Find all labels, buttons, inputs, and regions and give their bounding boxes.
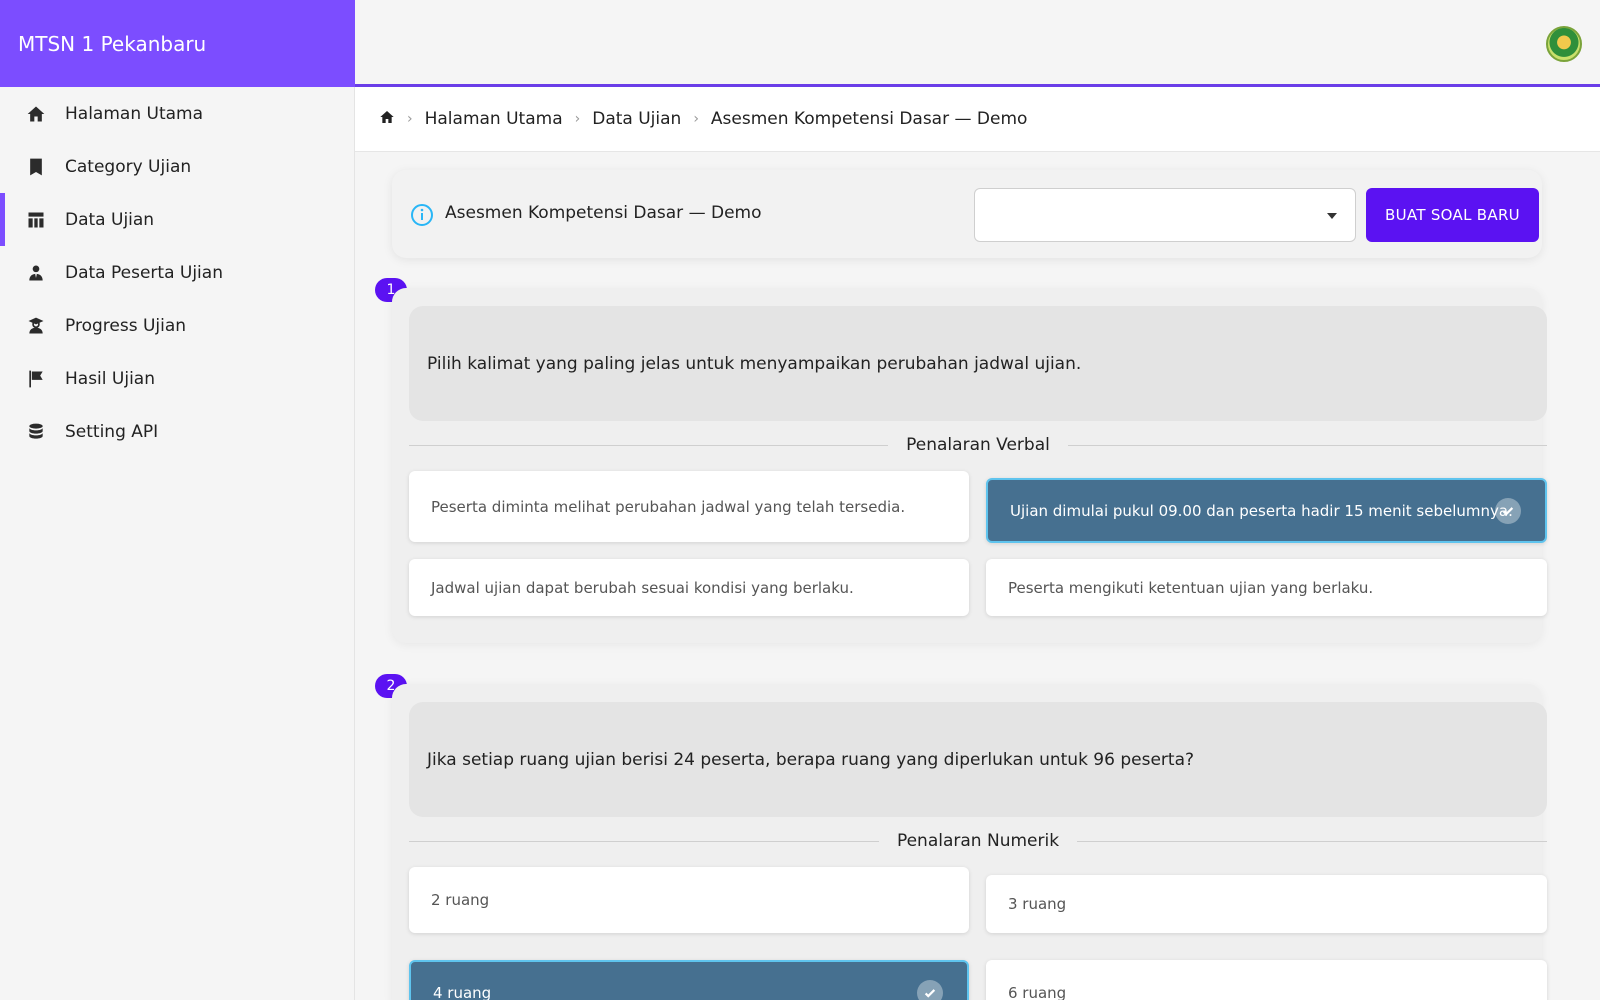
sidebar-item-data-peserta-ujian[interactable]: Data Peserta Ujian	[0, 246, 354, 299]
answer-option-text: 6 ruang	[1008, 984, 1067, 1000]
sidebar-item-category-ujian[interactable]: Category Ujian	[0, 140, 354, 193]
chevron-right-icon: ›	[693, 111, 699, 127]
exam-title: Asesmen Kompetensi Dasar — Demo	[445, 203, 762, 223]
user-tie-icon	[25, 262, 47, 284]
top-bar	[355, 0, 1600, 87]
question-text: Jika setiap ruang ujian berisi 24 pesert…	[409, 702, 1547, 817]
answer-option-correct[interactable]: Ujian dimulai pukul 09.00 dan peserta ha…	[986, 478, 1547, 543]
info-icon	[411, 204, 433, 226]
sidebar-item-progress-ujian[interactable]: Progress Ujian	[0, 299, 354, 352]
exam-toolbar: Asesmen Kompetensi Dasar — Demo BUAT SOA…	[392, 170, 1542, 258]
answer-option[interactable]: 6 ruang	[986, 960, 1547, 1000]
sidebar-item-label: Progress Ujian	[65, 315, 187, 336]
sidebar-item-label: Data Peserta Ujian	[65, 262, 223, 283]
answer-option-correct[interactable]: 4 ruang	[409, 960, 969, 1000]
create-question-button[interactable]: BUAT SOAL BARU	[1366, 188, 1539, 242]
answer-option-text: Peserta diminta melihat perubahan jadwal…	[431, 497, 906, 516]
sidebar: Halaman Utama Category Ujian Data Ujian …	[0, 87, 355, 1000]
sidebar-item-label: Setting API	[65, 421, 159, 442]
breadcrumb-item[interactable]: Halaman Utama	[425, 109, 563, 129]
question-category-divider: Penalaran Numerik	[409, 829, 1547, 853]
database-icon	[25, 421, 47, 443]
user-graduate-icon	[25, 315, 47, 337]
answer-option[interactable]: 2 ruang	[409, 867, 969, 933]
chevron-right-icon: ›	[407, 111, 413, 127]
sidebar-item-setting-api[interactable]: Setting API	[0, 405, 354, 458]
school-logo-icon[interactable]	[1546, 26, 1582, 62]
answer-option-text: 3 ruang	[1008, 895, 1067, 913]
flag-icon	[25, 368, 47, 390]
answer-option-text: 2 ruang	[431, 891, 490, 909]
check-icon	[1495, 497, 1521, 524]
sidebar-item-label: Category Ujian	[65, 156, 192, 177]
answer-option-text: Ujian dimulai pukul 09.00 dan peserta ha…	[1010, 501, 1513, 520]
answer-option[interactable]: Jadwal ujian dapat berubah sesuai kondis…	[409, 559, 969, 616]
answer-option[interactable]: Peserta diminta melihat perubahan jadwal…	[409, 471, 969, 542]
answer-option-text: 4 ruang	[433, 984, 492, 1000]
home-icon[interactable]	[379, 109, 395, 130]
question-category-divider: Penalaran Verbal	[409, 433, 1547, 457]
sidebar-item-label: Hasil Ujian	[65, 368, 155, 389]
breadcrumb: › Halaman Utama › Data Ujian › Asesmen K…	[355, 87, 1600, 152]
breadcrumb-item[interactable]: Data Ujian	[592, 109, 681, 129]
main-content: Asesmen Kompetensi Dasar — Demo BUAT SOA…	[355, 152, 1600, 1000]
question-card: Pilih kalimat yang paling jelas untuk me…	[392, 288, 1547, 643]
answer-option-text: Peserta mengikuti ketentuan ujian yang b…	[1008, 578, 1374, 597]
check-icon	[917, 980, 943, 1000]
sidebar-item-label: Data Ujian	[65, 209, 155, 230]
category-select[interactable]	[974, 188, 1356, 242]
sidebar-item-hasil-ujian[interactable]: Hasil Ujian	[0, 352, 354, 405]
home-icon	[25, 103, 47, 125]
question-text: Pilih kalimat yang paling jelas untuk me…	[409, 306, 1547, 421]
answer-option-text: Jadwal ujian dapat berubah sesuai kondis…	[431, 578, 854, 597]
sidebar-item-data-ujian[interactable]: Data Ujian	[0, 193, 354, 246]
sidebar-item-halaman-utama[interactable]: Halaman Utama	[0, 87, 354, 140]
answer-option[interactable]: 3 ruang	[986, 875, 1547, 933]
chevron-right-icon: ›	[574, 111, 581, 127]
question-category: Penalaran Numerik	[896, 831, 1060, 851]
sidebar-item-label: Halaman Utama	[65, 103, 204, 124]
app-title[interactable]: MTSN 1 Pekanbaru	[0, 0, 355, 87]
question-card: Jika setiap ruang ujian berisi 24 pesert…	[392, 684, 1547, 1000]
table-icon	[25, 209, 47, 231]
caret-down-icon	[1327, 213, 1337, 219]
bookmark-icon	[25, 156, 47, 178]
breadcrumb-current: Asesmen Kompetensi Dasar — Demo	[710, 109, 1028, 129]
question-category: Penalaran Verbal	[906, 435, 1050, 455]
answer-option[interactable]: Peserta mengikuti ketentuan ujian yang b…	[986, 559, 1547, 616]
